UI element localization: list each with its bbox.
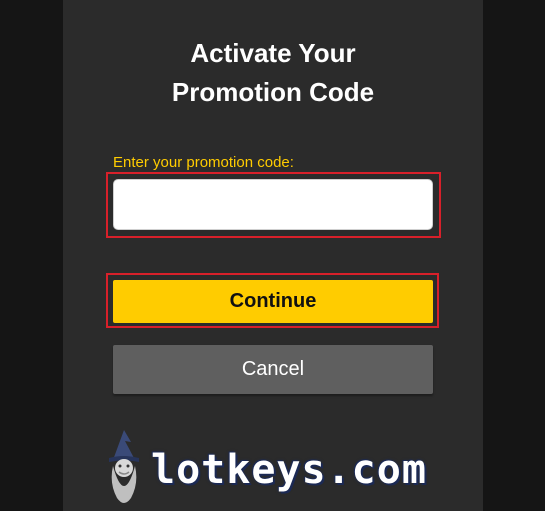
dialog-title-line2: Promotion Code <box>171 77 375 107</box>
continue-button[interactable]: Continue <box>113 280 433 323</box>
left-background <box>0 0 63 511</box>
wizard-icon <box>109 430 139 503</box>
watermark-text: lotkeys.com <box>151 447 427 493</box>
dialog-title-line1: Activate Your <box>190 38 356 68</box>
right-background <box>483 0 545 511</box>
watermark: lotkeys.com <box>95 428 455 508</box>
promo-dialog: Activate Your Promotion Code Enter your … <box>63 0 483 511</box>
promo-code-label: Enter your promotion code: <box>113 154 294 171</box>
cancel-button[interactable]: Cancel <box>113 345 433 394</box>
dialog-title: Activate Your Promotion Code <box>63 34 483 112</box>
promo-code-input[interactable] <box>113 179 433 230</box>
